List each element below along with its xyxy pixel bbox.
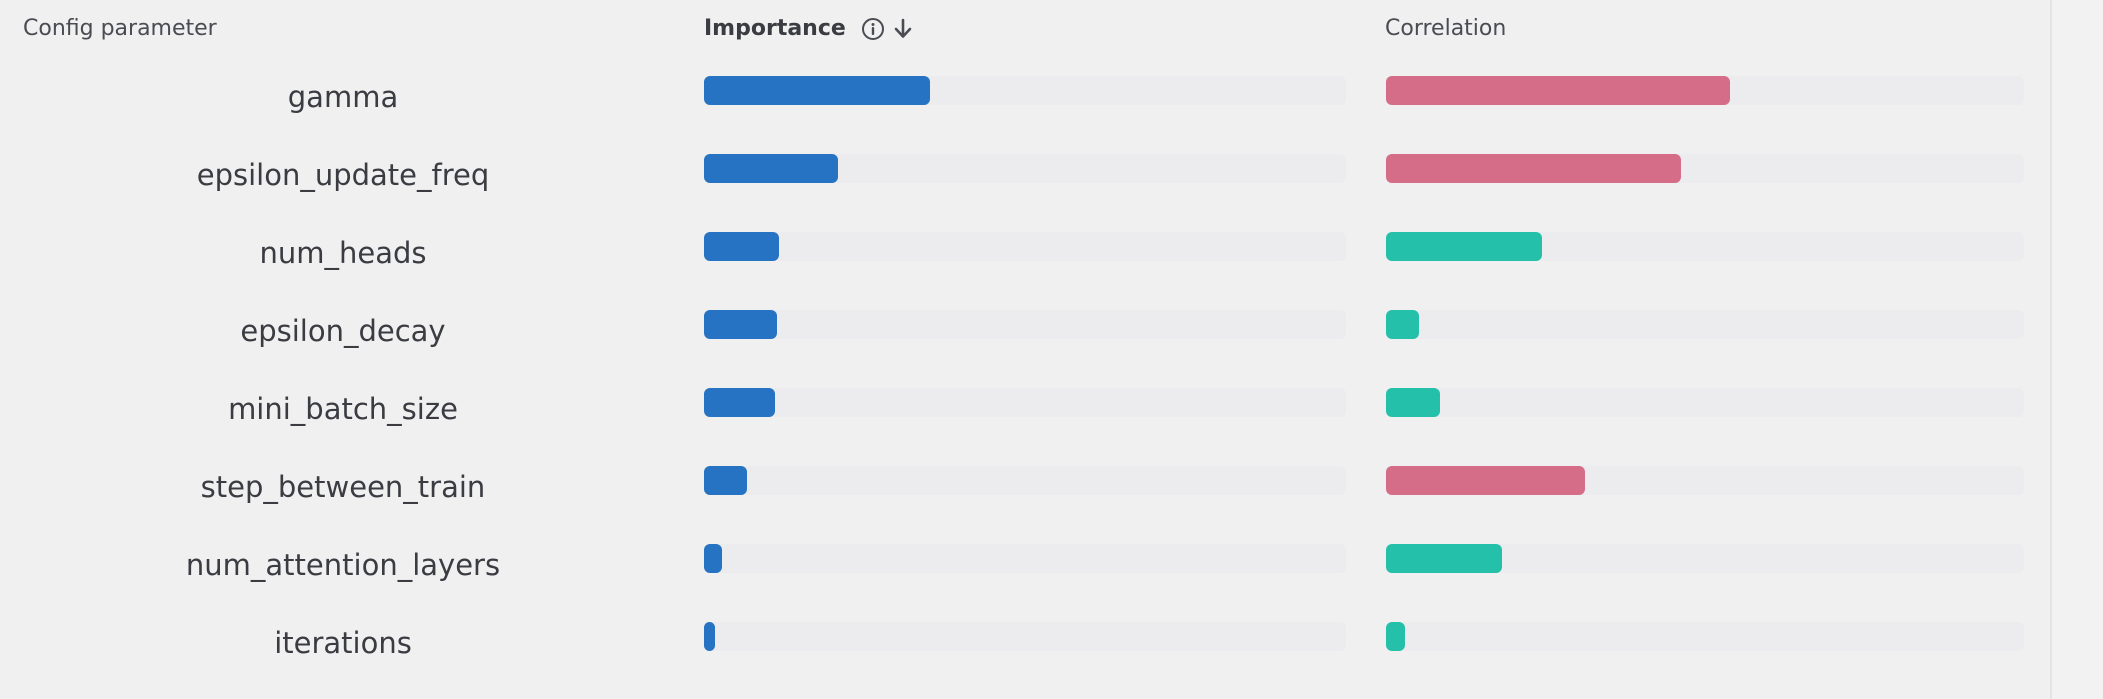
parameter-name: epsilon_update_freq [196,158,490,192]
importance-bar[interactable] [704,76,930,105]
correlation-bar-negative[interactable] [1386,388,1440,417]
importance-track [704,232,1346,261]
parameter-name: mini_batch_size [228,392,458,426]
correlation-bar-negative[interactable] [1386,310,1419,339]
column-header-config-parameter[interactable]: Config parameter [23,14,217,44]
scrollbar-gutter[interactable] [2052,0,2103,699]
table-header: Config parameter Importance Correlation [0,0,2050,58]
correlation-bar-negative[interactable] [1386,232,1542,261]
importance-bar[interactable] [704,310,777,339]
correlation-bar-positive[interactable] [1386,466,1585,495]
correlation-track [1386,154,2024,183]
parameter-name: step_between_train [200,470,486,504]
correlation-bar-negative[interactable] [1386,544,1502,573]
importance-track [704,76,1346,105]
correlation-bar-negative[interactable] [1386,622,1405,651]
table-row[interactable]: step_between_train [0,448,2050,526]
parameter-importance-panel: Config parameter Importance Correlation … [0,0,2050,699]
importance-track [704,466,1346,495]
table-row[interactable]: num_attention_layers [0,526,2050,604]
table-row[interactable]: epsilon_decay [0,292,2050,370]
column-header-correlation[interactable]: Correlation [1385,14,1506,44]
importance-track [704,622,1346,651]
correlation-track [1386,310,2024,339]
column-header-importance[interactable]: Importance [704,14,916,44]
correlation-track [1386,76,2024,105]
correlation-bar-positive[interactable] [1386,76,1730,105]
correlation-track [1386,544,2024,573]
parameter-name: iterations [274,626,412,660]
importance-track [704,544,1346,573]
table-row[interactable]: mini_batch_size [0,370,2050,448]
importance-bar[interactable] [704,466,747,495]
importance-bar[interactable] [704,232,779,261]
correlation-track [1386,232,2024,261]
importance-bar[interactable] [704,154,838,183]
table-row[interactable]: num_heads [0,214,2050,292]
table-row[interactable]: iterations [0,604,2050,682]
table-row[interactable]: epsilon_update_freq [0,136,2050,214]
correlation-bar-positive[interactable] [1386,154,1681,183]
parameter-name: num_attention_layers [185,548,501,582]
importance-label: Importance [704,16,846,41]
arrow-down-icon[interactable] [890,16,916,42]
importance-bar[interactable] [704,388,775,417]
table-row[interactable]: gamma [0,58,2050,136]
correlation-track [1386,622,2024,651]
importance-track [704,310,1346,339]
correlation-track [1386,388,2024,417]
info-icon[interactable] [860,16,886,42]
importance-bar[interactable] [704,622,715,651]
correlation-track [1386,466,2024,495]
parameter-name: epsilon_decay [240,314,446,348]
parameter-name: num_heads [259,236,427,270]
importance-track [704,388,1346,417]
importance-bar[interactable] [704,544,722,573]
importance-track [704,154,1346,183]
parameter-name: gamma [287,80,399,114]
